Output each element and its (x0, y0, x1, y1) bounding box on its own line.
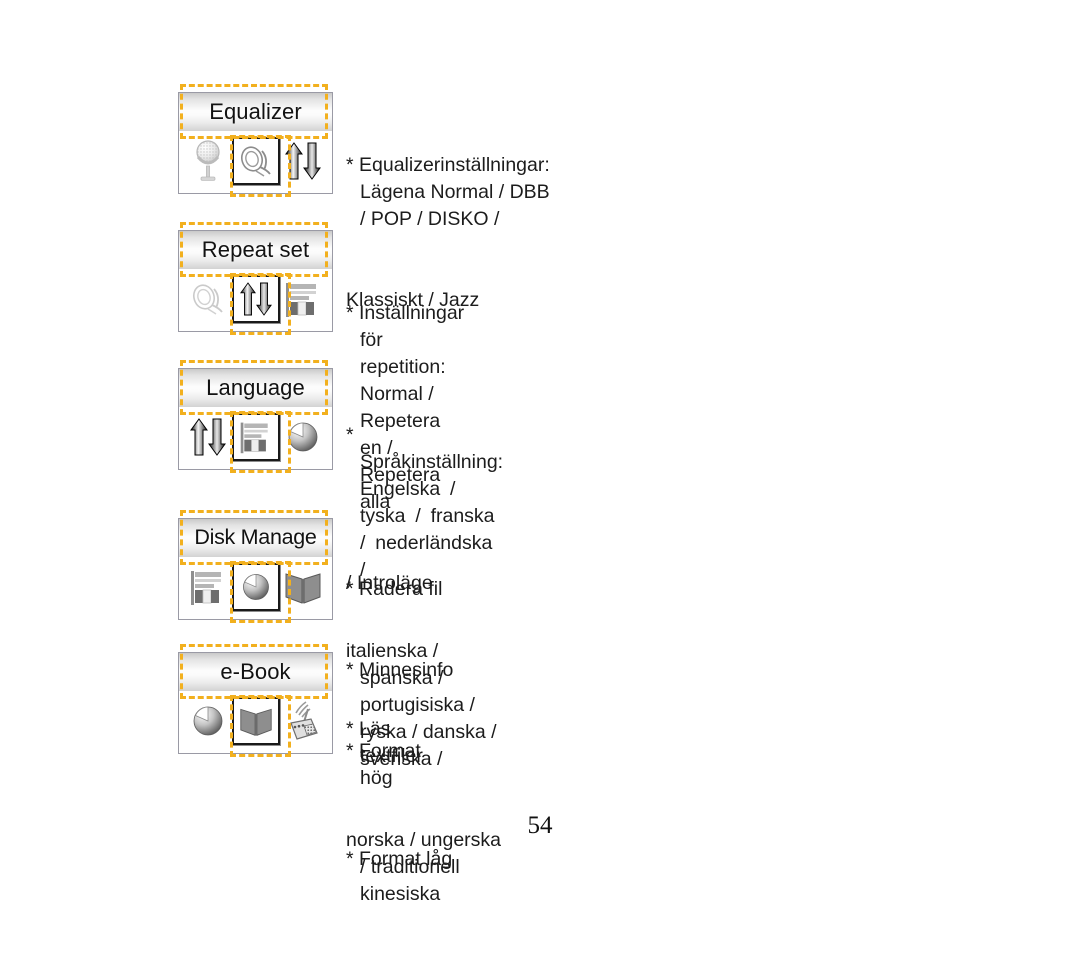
panel-title-label: Repeat set (201, 237, 310, 262)
manual-page: Equalizer * Equalizerinställningar: Läge… (0, 0, 1080, 905)
panel-icon-strip (179, 269, 332, 331)
flag-bars-icon[interactable] (231, 413, 280, 461)
pie-disk-icon[interactable] (280, 411, 326, 463)
speaker-icon[interactable] (231, 137, 280, 185)
panel-icon-strip (179, 407, 332, 469)
panel-icon-strip (179, 691, 332, 753)
panel-title-label: Language (206, 375, 305, 400)
description-line: * Equalizerinställningar: Lägena Normal … (346, 154, 556, 230)
panel-icon-strip (179, 131, 332, 193)
page-number: 54 (527, 812, 553, 839)
menu-panel-language[interactable]: Language (178, 360, 333, 473)
radio-icon[interactable] (280, 695, 326, 747)
menu-panel-equalizer[interactable]: Equalizer (178, 84, 333, 197)
menu-panel-repeat-set[interactable]: Repeat set (178, 222, 333, 335)
description-line: * Läs textfiler (346, 718, 423, 767)
flag-bars-icon[interactable] (185, 561, 231, 613)
panel-title-label: Disk Manage (194, 525, 317, 550)
speaker-icon[interactable] (185, 273, 231, 325)
menu-panel-disk-manage[interactable]: Disk Manage (178, 510, 333, 623)
description-e-book: * Läs textfiler (346, 662, 423, 824)
pie-disk-icon[interactable] (231, 563, 280, 611)
up-down-arrows-icon[interactable] (231, 275, 280, 323)
description-line: * Radera fil (346, 578, 443, 600)
flag-bars-icon[interactable] (280, 273, 326, 325)
book-icon[interactable] (231, 697, 280, 745)
pie-disk-icon[interactable] (185, 695, 231, 747)
menu-panel-e-book[interactable]: e-Book (178, 644, 333, 757)
panel-title-equalizer: Equalizer (179, 93, 332, 131)
up-down-arrows-icon[interactable] (280, 135, 326, 187)
panel-title-disk-manage: Disk Manage (179, 519, 332, 557)
panel-title-label: e-Book (220, 659, 291, 684)
up-down-arrows-icon[interactable] (185, 411, 231, 463)
panel-title-e-book: e-Book (179, 653, 332, 691)
book-icon[interactable] (280, 561, 326, 613)
panel-title-repeat-set: Repeat set (179, 231, 332, 269)
panel-title-label: Equalizer (209, 99, 302, 124)
panel-title-language: Language (179, 369, 332, 407)
microphone-icon[interactable] (185, 135, 231, 187)
panel-icon-strip (179, 557, 332, 619)
